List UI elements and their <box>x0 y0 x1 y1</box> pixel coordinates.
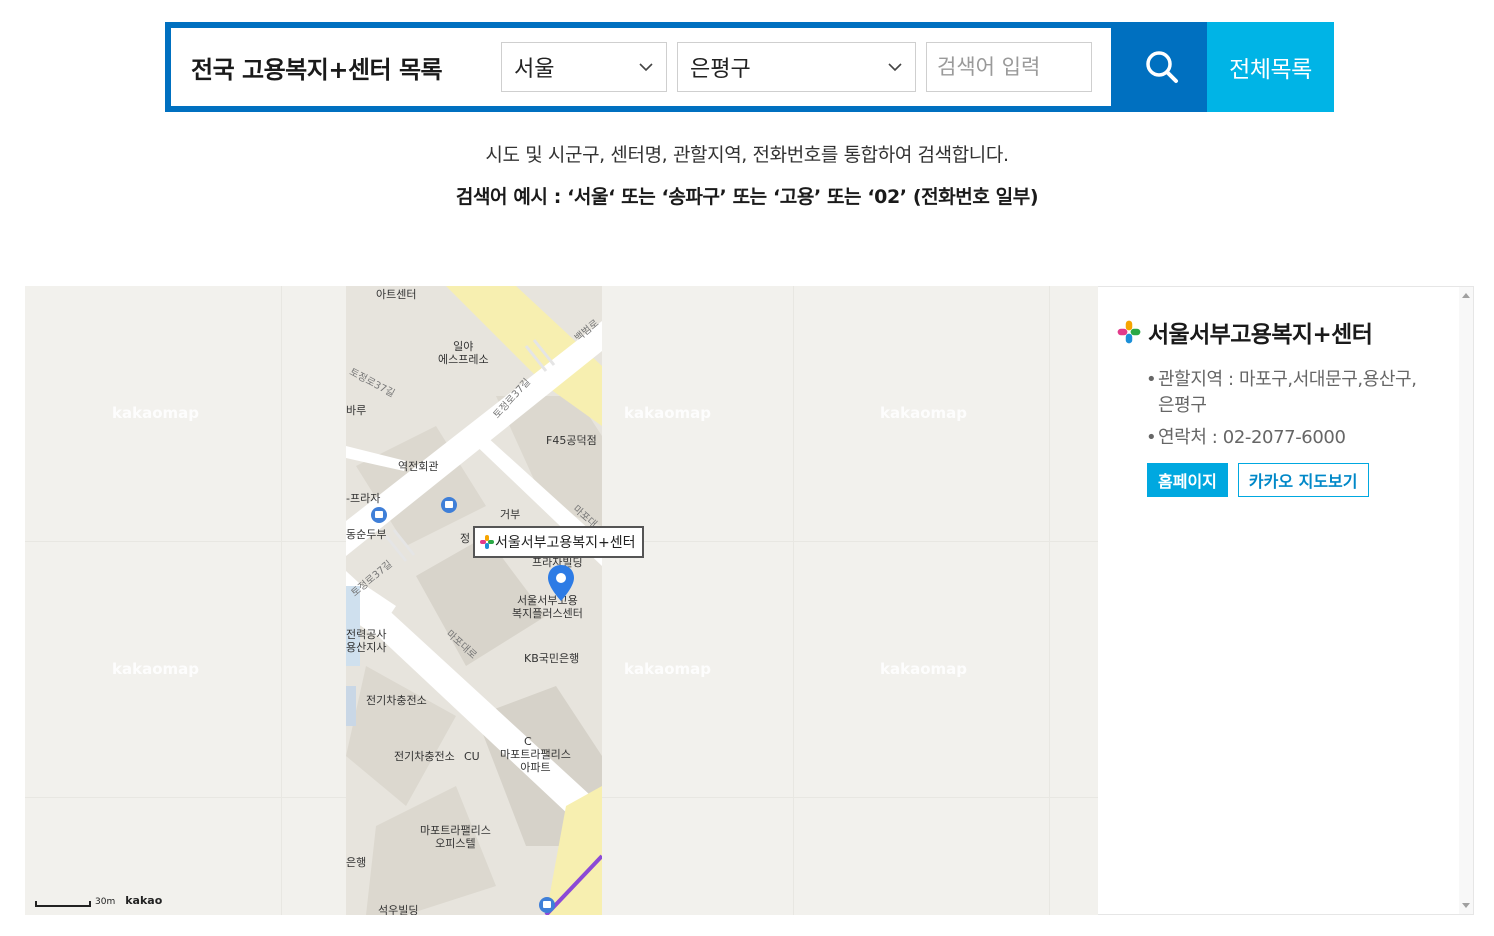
center-area: 관할지역 : 마포구,서대문구,용산구, 은평구 <box>1146 367 1436 419</box>
center-details: 관할지역 : 마포구,서대문구,용산구, 은평구 연락처 : 02-2077-6… <box>1146 367 1436 451</box>
map-poi: C <box>524 735 532 748</box>
map-poi: F45공덕점 <box>546 434 597 447</box>
gu-select[interactable]: 은평구 <box>677 42 916 92</box>
map-scale: 30m kakao <box>35 894 162 907</box>
map-poi: 정 <box>460 532 471 545</box>
center-logo-icon <box>480 535 494 549</box>
map-poi: 역전회관 <box>398 460 439 473</box>
search-icon <box>1146 51 1178 83</box>
center-info-panel: 서울서부고용복지+센터 관할지역 : 마포구,서대문구,용산구, 은평구 연락처… <box>1098 286 1474 915</box>
map-poi: CU <box>464 750 480 763</box>
map-poi: 전기차충전소 <box>366 694 427 707</box>
map-watermark: kakaomap <box>624 404 711 422</box>
map-pin-icon[interactable] <box>547 564 575 602</box>
bus-stop-icon[interactable] <box>440 496 458 514</box>
center-name: 서울서부고용복지+센터 <box>1116 315 1436 349</box>
bus-stop-icon[interactable] <box>370 506 388 524</box>
map-poi: 전력공사 용산지사 <box>346 628 387 654</box>
map-poi: 석우빌딩 <box>378 904 419 915</box>
map-poi: 마포트라팰리스 아파트 <box>500 748 571 774</box>
panel-scrollbar[interactable] <box>1459 287 1473 914</box>
tile-divider <box>793 286 794 915</box>
search-example-text: 검색어 예시 : ‘서울‘ 또는 ‘송파구’ 또는 ‘고용’ 또는 ‘02’ (… <box>455 186 1039 208</box>
scale-label: 30m <box>95 897 116 907</box>
search-frame: 전국 고용복지+센터 목록 서울 은평구 <box>165 22 1117 112</box>
search-help-text: 시도 및 시군구, 센터명, 관할지역, 전화번호를 통합하여 검색합니다. <box>485 144 1009 166</box>
map-poi: 바루 <box>346 404 367 417</box>
map-poi: -프라자 <box>346 492 381 505</box>
map-poi: 아트센터 <box>376 288 417 301</box>
gu-select-value: 은평구 <box>690 57 751 82</box>
homepage-button[interactable]: 홈페이지 <box>1147 463 1228 497</box>
all-list-button[interactable]: 전체목록 <box>1207 22 1334 112</box>
map-watermark: kakaomap <box>112 404 199 422</box>
tile-divider <box>281 286 282 915</box>
map-poi: 마포트라팰리스 오피스텔 <box>420 824 491 850</box>
scroll-up-icon[interactable] <box>1462 293 1470 298</box>
center-info: 서울서부고용복지+센터 관할지역 : 마포구,서대문구,용산구, 은평구 연락처… <box>1116 315 1436 497</box>
scroll-down-icon[interactable] <box>1462 903 1470 908</box>
sido-select-value: 서울 <box>514 57 555 82</box>
map-poi: 전기차충전소 <box>394 750 455 763</box>
search-button[interactable] <box>1117 22 1207 112</box>
bus-stop-icon[interactable] <box>538 896 556 914</box>
tile-divider <box>1049 286 1050 915</box>
search-input[interactable] <box>926 42 1092 92</box>
map-watermark: kakaomap <box>624 660 711 678</box>
sido-select[interactable]: 서울 <box>501 42 667 92</box>
map-poi: 은행 <box>346 856 367 869</box>
search-title: 전국 고용복지+센터 목록 <box>191 55 443 84</box>
map-watermark: kakaomap <box>112 660 199 678</box>
center-contact: 연락처 : 02-2077-6000 <box>1146 425 1436 451</box>
map-poi: 거부 <box>500 508 521 521</box>
map-watermark: kakaomap <box>880 660 967 678</box>
chevron-down-icon <box>888 63 902 72</box>
scale-bar <box>35 901 91 907</box>
map-poi: 동순두부 <box>346 528 387 541</box>
kakao-logo: kakao <box>125 894 163 907</box>
tooltip-label: 서울서부고용복지+센터 <box>495 535 636 551</box>
map-marker-tooltip[interactable]: 서울서부고용복지+센터 <box>473 526 644 558</box>
search-bar: 전국 고용복지+센터 목록 서울 은평구 전체목록 <box>165 22 1334 112</box>
center-name-text: 서울서부고용복지+센터 <box>1148 322 1373 348</box>
map-poi: 일야 에스프레소 <box>438 340 489 366</box>
map-view[interactable]: kakaomap kakaomap kakaomap kakaomap kaka… <box>25 286 1098 915</box>
center-logo-icon <box>1117 320 1141 344</box>
chevron-down-icon <box>639 63 653 72</box>
map-poi: KB국민은행 <box>524 652 580 665</box>
map-watermark: kakaomap <box>880 404 967 422</box>
center-actions: 홈페이지 카카오 지도보기 <box>1147 463 1436 497</box>
kakao-map-button[interactable]: 카카오 지도보기 <box>1237 463 1369 497</box>
